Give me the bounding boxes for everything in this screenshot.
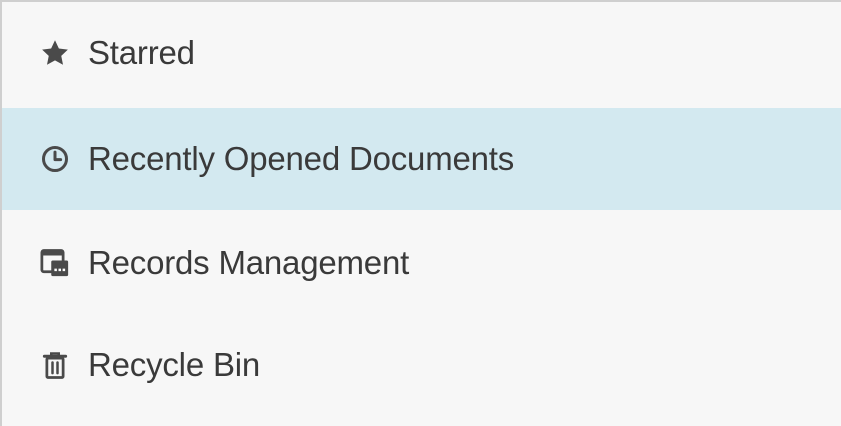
nav-item-starred[interactable]: Starred: [2, 2, 841, 104]
records-management-icon: [40, 248, 70, 278]
sidebar-navigation: Starred Recently Opened Documents Record…: [0, 0, 841, 426]
trash-icon: [40, 350, 70, 380]
clock-icon: [40, 144, 70, 174]
nav-item-label: Starred: [88, 34, 195, 71]
nav-item-label: Recycle Bin: [88, 346, 261, 383]
nav-item-records-management[interactable]: Records Management: [2, 212, 841, 314]
nav-item-label: Records Management: [88, 244, 410, 281]
star-icon: [40, 38, 70, 68]
nav-item-recycle-bin[interactable]: Recycle Bin: [2, 314, 841, 416]
nav-item-recently-opened-documents[interactable]: Recently Opened Documents: [2, 108, 841, 210]
nav-item-label: Recently Opened Documents: [88, 140, 515, 177]
